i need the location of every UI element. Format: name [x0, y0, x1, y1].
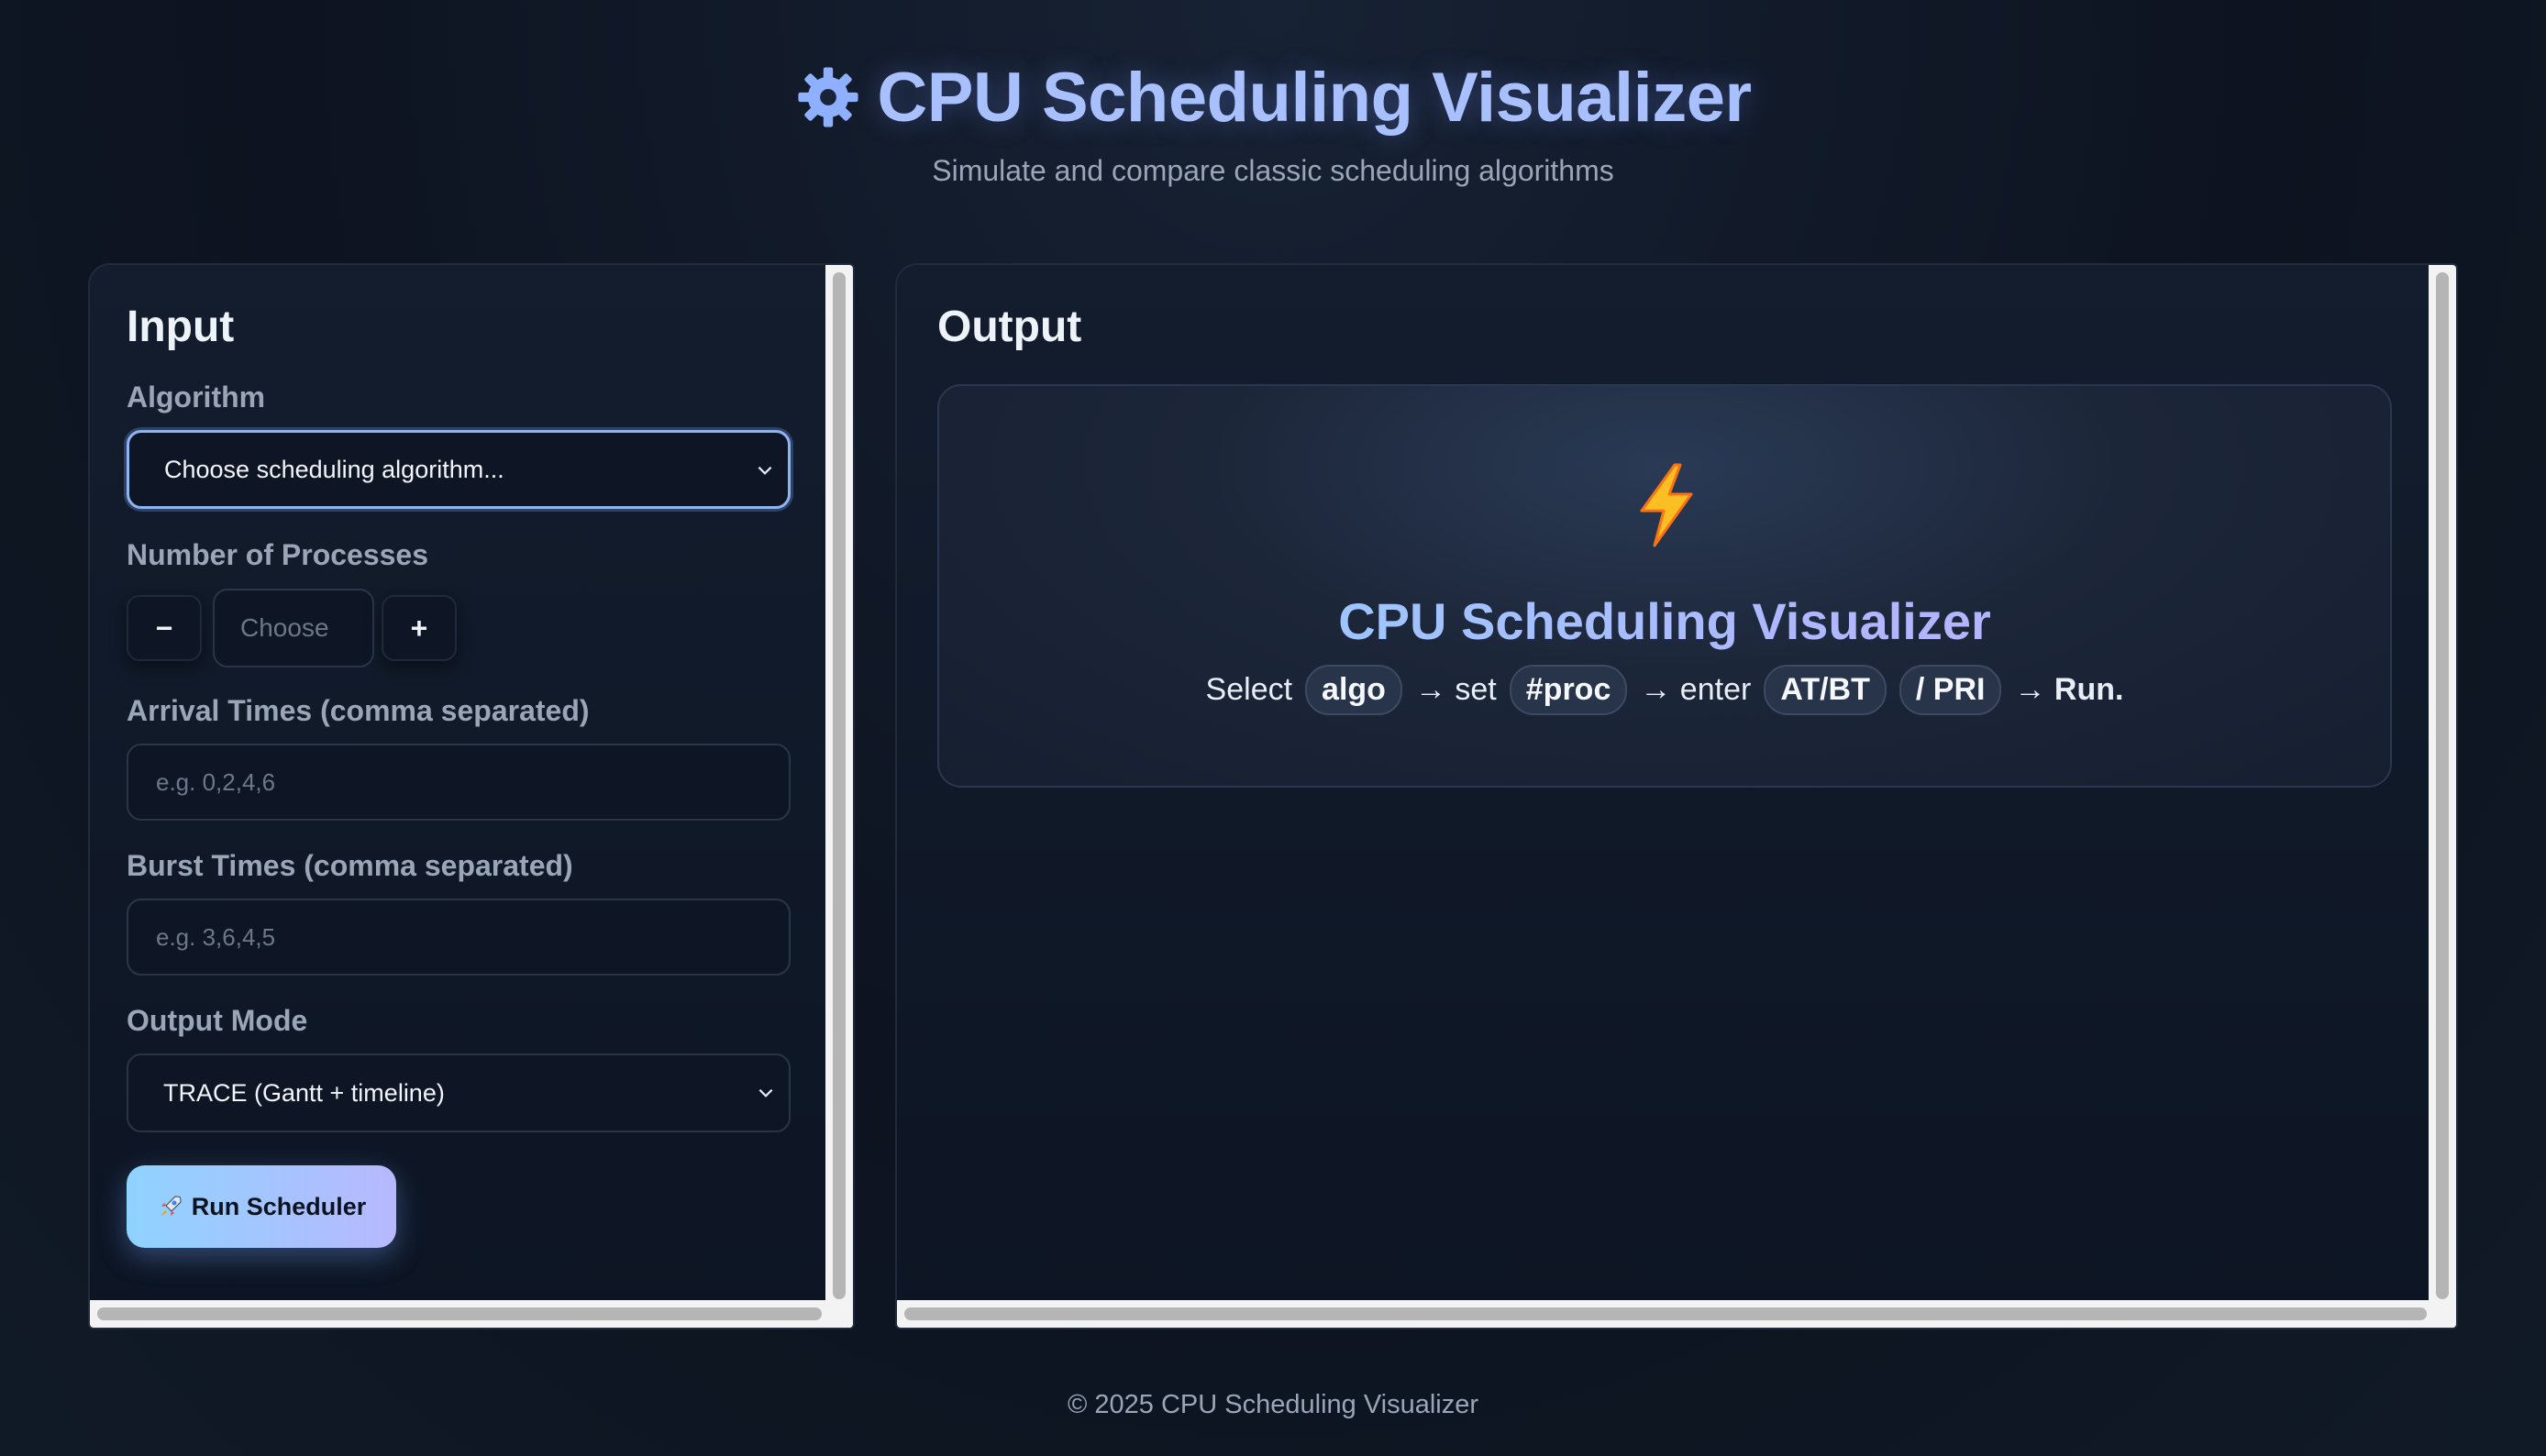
welcome-title: CPU Scheduling Visualizer: [939, 591, 2390, 651]
chip-proc: #proc: [1509, 665, 1628, 715]
decrement-button[interactable]: −: [127, 595, 202, 661]
hint-set: → set: [1414, 672, 1497, 707]
output-horizontal-scrollbar[interactable]: [897, 1300, 2456, 1328]
process-count-input[interactable]: Choose: [213, 589, 374, 667]
process-count-label: Number of Processes: [127, 538, 429, 571]
footer: © 2025 CPU Scheduling Visualizer: [1067, 1390, 1479, 1419]
output-mode-select[interactable]: TRACE (Gantt + timeline): [127, 1053, 791, 1132]
app-title: CPU Scheduling Visualizer: [877, 58, 1752, 137]
algorithm-select[interactable]: Choose scheduling algorithm...: [127, 430, 791, 509]
welcome-hint: Select algo → set #proc → enter AT/BT / …: [939, 665, 2390, 715]
chip-algo: algo: [1305, 665, 1402, 715]
welcome-card: CPU Scheduling Visualizer Select algo → …: [937, 384, 2392, 788]
input-panel-title: Input: [127, 303, 235, 351]
hint-select: Select: [1205, 672, 1293, 707]
title-row: CPU Scheduling Visualizer: [0, 55, 2546, 139]
increment-button[interactable]: +: [382, 595, 457, 661]
input-vertical-scrollbar[interactable]: [825, 265, 853, 1328]
output-mode-label: Output Mode: [127, 1004, 308, 1037]
header: CPU Scheduling Visualizer Simulate and c…: [0, 55, 2546, 188]
chevron-down-icon: [758, 466, 772, 475]
output-mode-value: TRACE (Gantt + timeline): [163, 1078, 445, 1107]
hint-enter: → enter: [1640, 672, 1752, 707]
input-horizontal-scrollbar[interactable]: [90, 1300, 853, 1328]
chevron-down-icon: [758, 1088, 773, 1098]
run-scheduler-label: Run Scheduler: [191, 1192, 367, 1220]
input-panel: Input Algorithm Choose scheduling algori…: [88, 263, 855, 1329]
output-panel-title: Output: [937, 303, 1082, 351]
chip-pri: / PRI: [1898, 665, 2002, 715]
output-panel: Output CPU Scheduling Visualizer Select …: [895, 263, 2458, 1329]
chip-atbt: AT/BT: [1764, 665, 1887, 715]
run-scheduler-button[interactable]: Run Scheduler: [127, 1165, 396, 1248]
burst-times-input[interactable]: e.g. 3,6,4,5: [127, 899, 791, 976]
lightning-icon: [1640, 463, 1693, 547]
arrival-times-label: Arrival Times (comma separated): [127, 694, 590, 727]
algorithm-label: Algorithm: [127, 381, 266, 414]
output-vertical-scrollbar[interactable]: [2429, 265, 2456, 1328]
arrival-times-input[interactable]: e.g. 0,2,4,6: [127, 744, 791, 821]
hint-run: → Run.: [2014, 672, 2124, 707]
burst-times-label: Burst Times (comma separated): [127, 849, 573, 882]
page: CPU Scheduling Visualizer Simulate and c…: [0, 0, 2546, 1456]
gear-icon: [798, 67, 858, 127]
rocket-icon: [160, 1196, 182, 1217]
app-subtitle: Simulate and compare classic scheduling …: [932, 154, 1614, 187]
algorithm-select-value: Choose scheduling algorithm...: [164, 455, 504, 483]
